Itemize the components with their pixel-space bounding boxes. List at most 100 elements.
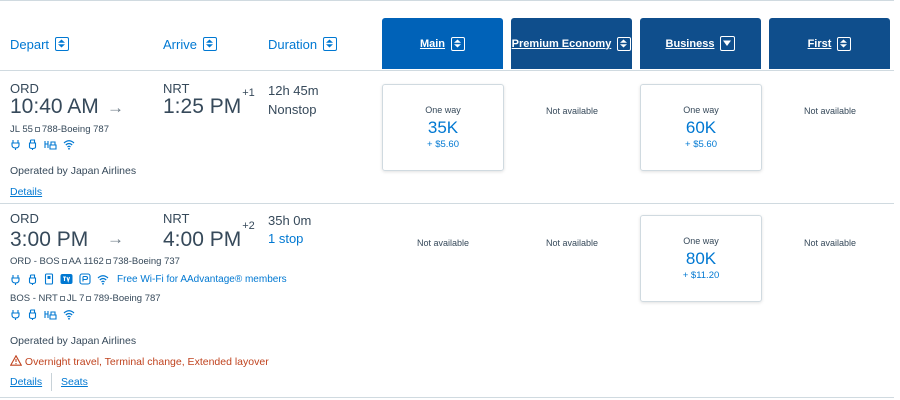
sort-down-icon xyxy=(720,36,736,51)
warning-icon xyxy=(9,354,23,366)
usb-icon xyxy=(27,273,38,285)
separator-icon xyxy=(61,258,67,264)
segment-route: BOS - NRT xyxy=(10,293,58,304)
aircraft: 788-Boeing 787 xyxy=(41,124,109,135)
separator-icon xyxy=(59,295,65,301)
sort-duration[interactable]: Duration xyxy=(268,24,338,64)
fare-card-business[interactable]: One way 60K + $5.60 xyxy=(640,84,762,171)
fare-miles: 60K xyxy=(685,118,717,137)
fare-fee: + $5.60 xyxy=(427,139,459,150)
fare-not-available: Not available xyxy=(803,106,857,116)
arrive-time: 1:25 PM+1 xyxy=(163,87,255,119)
depart-time: 10:40 AM xyxy=(10,95,99,118)
stops: Nonstop xyxy=(268,102,317,117)
amenities: Free Wi-Fi for AAdvantage® members xyxy=(10,273,287,285)
cabin-label-main: Main xyxy=(419,37,446,50)
travel-warning: Overnight travel, Terminal change, Exten… xyxy=(9,354,269,368)
cabin-label-business: Business xyxy=(665,37,715,50)
cabin-tab-main[interactable]: Main xyxy=(382,18,503,69)
duration: 35h 0m xyxy=(268,213,312,228)
sort-icon xyxy=(202,37,217,51)
sort-icon xyxy=(323,37,338,51)
power-outlet-icon xyxy=(10,139,21,150)
depart-header-label: Depart xyxy=(10,36,50,52)
arrive-time: 4:00 PM+2 xyxy=(163,220,255,252)
stops: 1 stop xyxy=(268,231,304,246)
segment-info: JL 55 788-Boeing 787 xyxy=(10,124,109,135)
row-divider xyxy=(0,397,894,398)
seats-link[interactable]: Seats xyxy=(61,376,88,388)
duration: 12h 45m xyxy=(268,83,319,98)
power-outlet-icon xyxy=(10,309,21,320)
fare-not-available: Not available xyxy=(545,106,599,116)
aircraft: 738-Boeing 737 xyxy=(112,256,180,267)
dest-code: NRT xyxy=(163,211,190,226)
separator-icon xyxy=(105,258,111,264)
sort-arrive[interactable]: Arrive xyxy=(163,24,217,64)
entertainment-icon xyxy=(44,139,57,150)
wifi-icon xyxy=(63,309,75,320)
cabin-label-premium-economy: Premium Economy xyxy=(511,37,612,50)
fare-fee: + $5.60 xyxy=(685,139,717,150)
fare-label: One way xyxy=(683,236,719,246)
sort-icon xyxy=(617,36,632,51)
origin-code: ORD xyxy=(10,211,39,226)
segment-info: BOS - NRT JL 7 789-Boeing 787 xyxy=(10,293,161,304)
entertainment-icon xyxy=(44,309,57,320)
row-divider xyxy=(0,203,894,204)
dest-code: NRT xyxy=(163,81,190,96)
sort-icon xyxy=(451,36,466,51)
wifi-icon xyxy=(63,139,75,150)
fare-miles: 80K xyxy=(685,249,717,268)
depart-time: 3:00 PM xyxy=(10,228,89,251)
operated-by: Operated by Japan Airlines xyxy=(10,335,137,347)
origin-code: ORD xyxy=(10,81,39,96)
segment-route: ORD - BOS xyxy=(10,256,60,267)
cabin-label-first: First xyxy=(807,37,832,50)
fare-label: One way xyxy=(425,105,461,115)
usb-icon xyxy=(27,309,38,320)
free-wifi-note: Free Wi-Fi for AAdvantage® members xyxy=(117,273,287,285)
arrive-header-label: Arrive xyxy=(163,36,197,52)
flight-number: AA 1162 xyxy=(68,256,104,267)
amenities xyxy=(10,309,75,320)
details-link[interactable]: Details xyxy=(10,186,42,198)
seatback-screen-icon xyxy=(44,273,54,285)
separator-icon xyxy=(34,126,40,132)
cabin-tab-first[interactable]: First xyxy=(769,18,890,69)
details-link[interactable]: Details xyxy=(10,376,42,388)
fare-fee: + $11.20 xyxy=(682,270,720,281)
fare-miles: 35K xyxy=(427,118,459,137)
streaming-icon xyxy=(79,273,91,285)
separator-icon xyxy=(86,295,92,301)
fare-not-available: Not available xyxy=(545,238,599,248)
cabin-tab-business[interactable]: Business xyxy=(640,18,761,69)
day-offset: +2 xyxy=(242,220,255,232)
day-offset: +1 xyxy=(242,87,255,99)
duration-header-label: Duration xyxy=(268,36,318,52)
arrow-right-icon: → xyxy=(107,98,124,117)
flight-number: JL 7 xyxy=(66,293,85,304)
segment-info: ORD - BOS AA 1162 738-Boeing 737 xyxy=(10,256,180,267)
header-divider xyxy=(0,70,894,71)
fare-card-business[interactable]: One way 80K + $11.20 xyxy=(640,215,762,302)
power-outlet-icon xyxy=(10,274,21,285)
fare-card-main[interactable]: One way 35K + $5.60 xyxy=(382,84,504,171)
sort-depart[interactable]: Depart xyxy=(10,24,70,64)
fare-not-available: Not available xyxy=(803,238,857,248)
warning-text: Overnight travel, Terminal change, Exten… xyxy=(24,356,269,368)
arrow-right-icon: → xyxy=(107,229,124,248)
entertainment-icon xyxy=(60,273,73,285)
operated-by: Operated by Japan Airlines xyxy=(10,165,137,177)
flight-number: JL 55 xyxy=(10,124,33,135)
wifi-icon xyxy=(97,274,109,285)
arrive-time-value: 1:25 PM xyxy=(163,95,242,118)
sort-icon xyxy=(55,37,70,51)
arrive-time-value: 4:00 PM xyxy=(163,228,242,251)
top-divider xyxy=(0,0,894,1)
aircraft: 789-Boeing 787 xyxy=(93,293,161,304)
usb-icon xyxy=(27,139,38,150)
amenities xyxy=(10,139,75,150)
sort-icon xyxy=(837,36,852,51)
cabin-tab-premium-economy[interactable]: Premium Economy xyxy=(511,18,632,69)
